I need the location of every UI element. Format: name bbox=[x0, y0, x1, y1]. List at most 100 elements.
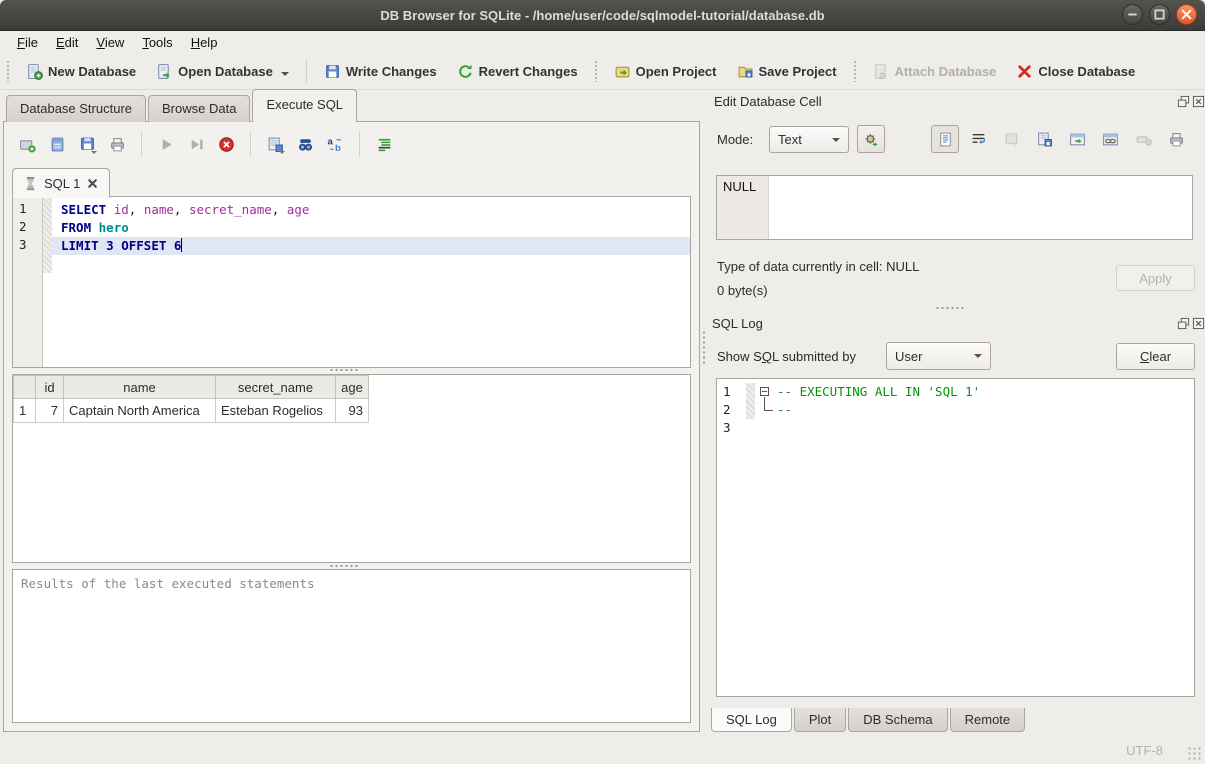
cell-id[interactable]: 7 bbox=[36, 399, 64, 423]
format-sql-button[interactable] bbox=[371, 131, 397, 157]
open-sql-file-button[interactable] bbox=[44, 131, 70, 157]
close-panel-icon[interactable] bbox=[1192, 317, 1205, 330]
print-sql-button[interactable] bbox=[104, 131, 130, 157]
menu-tools[interactable]: Tools bbox=[133, 33, 181, 52]
close-button[interactable] bbox=[1176, 4, 1197, 25]
menu-file[interactable]: File bbox=[8, 33, 47, 52]
tab-browse-data[interactable]: Browse Data bbox=[148, 95, 250, 122]
line-number-gutter: 1 2 3 bbox=[13, 197, 43, 367]
print-icon bbox=[1168, 131, 1185, 148]
save-results-button[interactable] bbox=[262, 131, 288, 157]
resize-grip[interactable] bbox=[1187, 746, 1201, 760]
save-sql-file-button[interactable] bbox=[74, 131, 100, 157]
print-cell-button[interactable] bbox=[1162, 125, 1190, 153]
float-panel-icon[interactable] bbox=[1177, 317, 1190, 330]
cell-age[interactable]: 93 bbox=[336, 399, 369, 423]
toolbar-grip[interactable] bbox=[594, 60, 598, 82]
save-results-dropdown-icon[interactable] bbox=[279, 151, 285, 154]
menu-help[interactable]: Help bbox=[182, 33, 227, 52]
attach-database-button: Attach Database bbox=[863, 57, 1007, 86]
menu-edit[interactable]: Edit bbox=[47, 33, 87, 52]
results-message-placeholder: Results of the last executed statements bbox=[21, 576, 315, 591]
float-panel-icon[interactable] bbox=[1177, 95, 1190, 108]
cell-size-info: 0 byte(s) bbox=[717, 283, 768, 298]
revert-changes-button[interactable]: Revert Changes bbox=[447, 57, 588, 86]
tab-plot[interactable]: Plot bbox=[794, 708, 846, 732]
collapse-marker-icon[interactable] bbox=[760, 387, 769, 396]
dock-splitter[interactable] bbox=[935, 306, 965, 310]
tab-database-structure[interactable]: Database Structure bbox=[6, 95, 146, 122]
open-in-window-button[interactable] bbox=[1063, 125, 1091, 153]
new-database-button[interactable]: New Database bbox=[16, 57, 146, 86]
tab-sql-log[interactable]: SQL Log bbox=[711, 708, 792, 732]
column-header-id[interactable]: id bbox=[36, 376, 64, 399]
sql-document-tab[interactable]: SQL 1 bbox=[12, 168, 110, 198]
word-wrap-button[interactable] bbox=[964, 125, 992, 153]
cell-secret-name[interactable]: Esteban Rogelios bbox=[216, 399, 336, 423]
code-line-current: LIMIT 3 OFFSET 6 bbox=[52, 237, 690, 255]
toolbar-grip[interactable] bbox=[853, 60, 857, 82]
save-file-dropdown-icon[interactable] bbox=[91, 151, 97, 154]
execute-line-button bbox=[183, 131, 209, 157]
encoding-label: UTF-8 bbox=[1126, 743, 1163, 758]
grid-message-splitter[interactable] bbox=[329, 564, 359, 568]
edit-cell-header-icons bbox=[1177, 95, 1205, 108]
window-title: DB Browser for SQLite - /home/user/code/… bbox=[380, 8, 824, 23]
tab-db-schema[interactable]: DB Schema bbox=[848, 708, 947, 732]
write-changes-button[interactable]: Write Changes bbox=[314, 57, 447, 86]
log-filter-combobox[interactable]: User bbox=[886, 342, 991, 370]
print-icon bbox=[109, 136, 126, 153]
log-lines: 1 -- EXECUTING ALL IN 'SQL 1' 2 -- 3 bbox=[717, 383, 1194, 437]
results-message-area[interactable]: Results of the last executed statements bbox=[12, 569, 691, 723]
sql-log-area[interactable]: 1 -- EXECUTING ALL IN 'SQL 1' 2 -- 3 bbox=[716, 378, 1195, 697]
text-mode-button[interactable] bbox=[931, 125, 959, 153]
results-table: id name secret_name age 1 7 Captain Nort… bbox=[13, 375, 369, 423]
attach-database-icon bbox=[873, 63, 890, 80]
menu-view[interactable]: View bbox=[87, 33, 133, 52]
column-header-name[interactable]: name bbox=[64, 376, 216, 399]
tab-execute-sql[interactable]: Execute SQL bbox=[252, 89, 357, 122]
corner-header-cell[interactable] bbox=[14, 376, 36, 399]
column-header-secret-name[interactable]: secret_name bbox=[216, 376, 336, 399]
close-database-button[interactable]: Close Database bbox=[1006, 57, 1145, 86]
titlebar[interactable]: DB Browser for SQLite - /home/user/code/… bbox=[0, 0, 1205, 31]
export-data-button[interactable] bbox=[1030, 125, 1058, 153]
table-row[interactable]: 1 7 Captain North America Esteban Rogeli… bbox=[14, 399, 369, 423]
code-line: SELECT id, name, secret_name, age bbox=[52, 201, 690, 219]
save-project-button[interactable]: Save Project bbox=[727, 57, 847, 86]
replace-button[interactable]: ab bbox=[322, 131, 348, 157]
execute-all-button bbox=[153, 131, 179, 157]
close-database-icon bbox=[1016, 63, 1033, 80]
open-project-button[interactable]: Open Project bbox=[604, 57, 727, 86]
cell-editor-gutter: NULL bbox=[717, 176, 769, 239]
open-tab-button[interactable] bbox=[14, 131, 40, 157]
close-tab-icon[interactable] bbox=[86, 177, 99, 190]
maximize-button[interactable] bbox=[1149, 4, 1170, 25]
mode-combobox[interactable]: Text bbox=[769, 126, 849, 153]
stop-execution-button[interactable] bbox=[213, 131, 239, 157]
column-header-age[interactable]: age bbox=[336, 376, 369, 399]
clear-log-button[interactable]: Clear bbox=[1116, 343, 1195, 370]
tab-remote[interactable]: Remote bbox=[950, 708, 1026, 732]
toolbar-grip[interactable] bbox=[6, 60, 10, 82]
cell-name[interactable]: Captain North America bbox=[64, 399, 216, 423]
panel-splitter[interactable] bbox=[702, 330, 706, 366]
cell-editor[interactable]: NULL bbox=[716, 175, 1193, 240]
row-number-cell[interactable]: 1 bbox=[14, 399, 36, 423]
open-database-dropdown-icon[interactable] bbox=[281, 72, 289, 76]
minimize-button[interactable] bbox=[1122, 4, 1143, 25]
sql-code-editor[interactable]: 1 2 3 SELECT id, name, secret_name, age … bbox=[12, 196, 691, 368]
link-button[interactable] bbox=[1096, 125, 1124, 153]
app-window: DB Browser for SQLite - /home/user/code/… bbox=[0, 0, 1205, 764]
set-null-button bbox=[1129, 125, 1157, 153]
sql-tab-label: SQL 1 bbox=[44, 176, 80, 191]
close-panel-icon[interactable] bbox=[1192, 95, 1205, 108]
execute-all-icon bbox=[158, 136, 175, 153]
replace-icon: ab bbox=[327, 136, 344, 153]
results-grid[interactable]: id name secret_name age 1 7 Captain Nort… bbox=[12, 374, 691, 563]
open-database-button[interactable]: Open Database bbox=[146, 57, 299, 86]
auto-apply-button[interactable] bbox=[857, 125, 885, 153]
sql-log-header-icons bbox=[1177, 317, 1205, 330]
editor-grid-splitter[interactable] bbox=[329, 368, 359, 372]
find-button[interactable] bbox=[292, 131, 318, 157]
